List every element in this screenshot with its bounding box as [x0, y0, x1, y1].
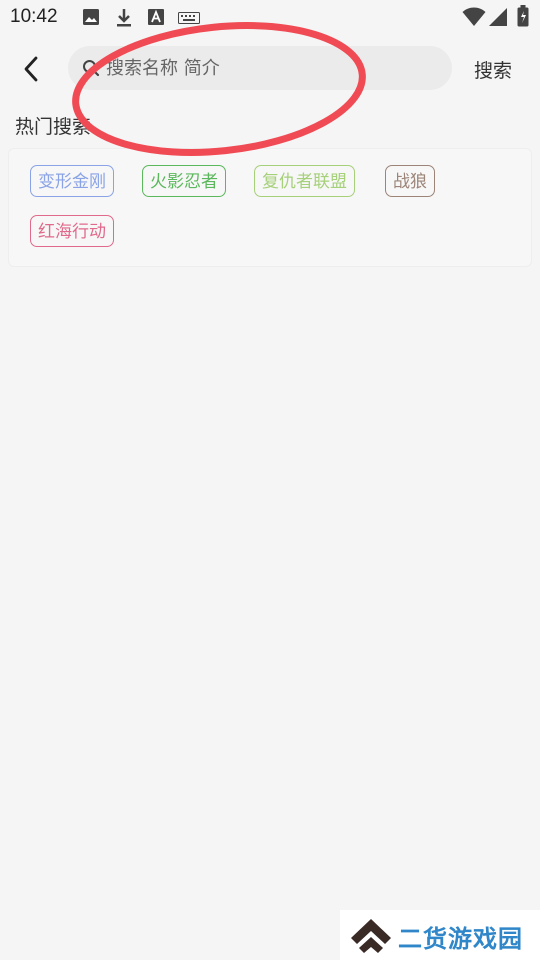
watermark: 二货游戏园 [340, 910, 540, 960]
search-bar[interactable] [68, 46, 452, 90]
a-icon [148, 9, 164, 25]
chevron-left-icon [24, 56, 38, 82]
hot-tag-avengers[interactable]: 复仇者联盟 [254, 165, 355, 197]
watermark-logo [351, 919, 391, 953]
image-icon [83, 9, 99, 25]
battery-icon [517, 5, 529, 27]
hot-tag-naruto[interactable]: 火影忍者 [142, 165, 226, 197]
search-input[interactable] [106, 46, 436, 90]
watermark-text: 二货游戏园 [398, 925, 523, 953]
hot-search-panel: 变形金刚 火影忍者 复仇者联盟 战狼 红海行动 [8, 148, 532, 267]
hot-tag-operation-red-sea[interactable]: 红海行动 [30, 215, 114, 247]
download-icon [117, 9, 131, 27]
back-button[interactable] [14, 52, 48, 86]
keyboard-icon [178, 12, 200, 24]
wifi-icon [462, 7, 486, 26]
status-bar: 10:42 [0, 0, 540, 36]
hot-tag-wolf-warrior[interactable]: 战狼 [385, 165, 435, 197]
hot-search-title: 热门搜索 [15, 116, 92, 138]
hot-tag-transformers[interactable]: 变形金刚 [30, 165, 114, 197]
search-button[interactable]: 搜索 [474, 56, 512, 83]
search-icon [83, 60, 100, 77]
signal-icon [489, 8, 507, 26]
screen: 10:42 搜索名称 简介 搜索 热门搜索 变形金刚 火影忍者 复仇者联盟 战狼… [0, 0, 540, 960]
status-time: 10:42 [10, 6, 58, 27]
